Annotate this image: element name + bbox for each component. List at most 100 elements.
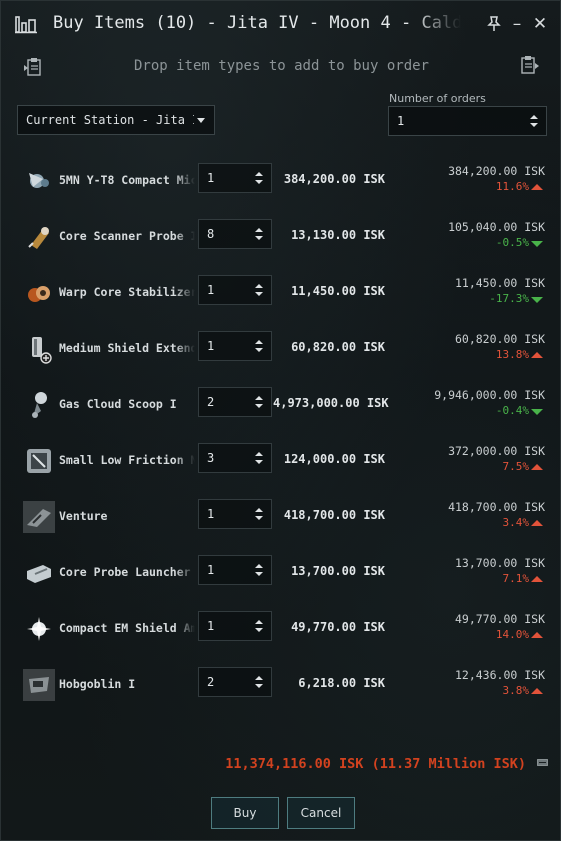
stepper-arrows-icon[interactable] — [255, 228, 263, 240]
line-total: 9,946,000.00 ISK — [434, 388, 545, 402]
orders-label: Number of orders — [389, 92, 486, 105]
item-name[interactable]: Small Low Friction Nozzle Joints I — [59, 453, 195, 467]
warp-core-stabilizer-icon[interactable] — [23, 277, 55, 309]
stepper-arrows-icon[interactable] — [255, 172, 263, 184]
line-total: 384,200.00 ISK — [448, 164, 545, 178]
quantity-value: 1 — [207, 339, 215, 353]
probe-launcher-icon[interactable] — [23, 557, 55, 589]
item-row[interactable]: Gas Cloud Scoop I 2 4,973,000.00 ISK 9,946,… — [1, 387, 560, 445]
quantity-value: 1 — [207, 563, 215, 577]
order-total: 11,374,116.00 ISK (11.37 Million ISK) — [225, 756, 526, 772]
item-name[interactable]: Compact EM Shield Amplifier — [59, 621, 195, 635]
item-name[interactable]: Medium Shield Extender I — [59, 341, 195, 355]
unit-price: 4,973,000.00 ISK — [273, 396, 389, 410]
line-total: 11,450.00 ISK — [454, 276, 545, 290]
microwarpdrive-icon[interactable] — [23, 165, 55, 197]
line-total: 49,770.00 ISK — [454, 612, 545, 626]
unit-price: 418,700.00 ISK — [283, 508, 385, 522]
unit-price: 124,000.00 ISK — [283, 452, 385, 466]
shield-amplifier-icon[interactable] — [23, 613, 55, 645]
drop-hint: Drop item types to add to buy order — [133, 58, 429, 74]
stepper-arrows-icon[interactable] — [255, 508, 263, 520]
hobgoblin-drone-icon[interactable] — [23, 669, 55, 701]
item-name[interactable]: 5MN Y-T8 Compact Microwarpdrive — [59, 173, 195, 187]
item-row[interactable]: Core Scanner Probe I 8 13,130.00 ISK 105,04… — [1, 219, 560, 277]
quantity-stepper[interactable]: 1 — [198, 163, 272, 193]
venture-ship-icon[interactable] — [23, 501, 55, 533]
item-row[interactable]: Medium Shield Extender I 1 60,820.00 ISK 60… — [1, 331, 560, 389]
rig-icon[interactable] — [23, 445, 55, 477]
chevron-down-icon — [197, 118, 205, 123]
line-total: 105,040.00 ISK — [448, 220, 545, 234]
minimize-button[interactable]: – — [507, 13, 527, 35]
pin-icon[interactable] — [484, 13, 504, 35]
station-dropdown[interactable]: Current Station - Jita IV - Moon 4 - Cal… — [17, 105, 215, 135]
unit-price: 384,200.00 ISK — [283, 172, 385, 186]
arrow-up-icon — [531, 688, 543, 694]
unit-price: 49,770.00 ISK — [291, 620, 385, 634]
quantity-value: 2 — [207, 675, 215, 689]
orders-stepper[interactable]: 1 — [388, 106, 547, 136]
item-name[interactable]: Venture — [59, 509, 195, 523]
quantity-stepper[interactable]: 1 — [198, 331, 272, 361]
item-name[interactable]: Gas Cloud Scoop I — [59, 397, 195, 411]
quantity-stepper[interactable]: 2 — [198, 387, 272, 417]
unit-price: 11,450.00 ISK — [291, 284, 385, 298]
gas-cloud-scoop-icon[interactable] — [23, 389, 55, 421]
quantity-stepper[interactable]: 3 — [198, 443, 272, 473]
close-button[interactable]: ✕ — [530, 13, 550, 35]
quantity-stepper[interactable]: 1 — [198, 555, 272, 585]
item-name[interactable]: Core Probe Launcher I — [59, 565, 195, 579]
price-change: 7.5% — [502, 460, 530, 473]
arrow-down-icon — [531, 241, 543, 247]
arrow-up-icon — [531, 632, 543, 638]
quantity-stepper[interactable]: 1 — [198, 499, 272, 529]
price-change: 13.8% — [495, 348, 529, 361]
quantity-stepper[interactable]: 1 — [198, 611, 272, 641]
item-row[interactable]: Warp Core Stabilizer I 1 11,450.00 ISK 11,4… — [1, 275, 560, 333]
line-total: 60,820.00 ISK — [454, 332, 545, 346]
quantity-stepper[interactable]: 1 — [198, 275, 272, 305]
scanner-probe-icon[interactable] — [23, 221, 55, 253]
info-bubble-icon[interactable] — [537, 759, 548, 767]
quantity-stepper[interactable]: 8 — [198, 219, 272, 249]
arrow-up-icon — [531, 464, 543, 470]
item-row[interactable]: Hobgoblin I 2 6,218.00 ISK 12,436.00 ISK 3.8… — [1, 667, 560, 725]
quantity-stepper[interactable]: 2 — [198, 667, 272, 697]
stepper-arrows-icon[interactable] — [255, 452, 263, 464]
item-row[interactable]: Compact EM Shield Amplifier 1 49,770.00 IS… — [1, 611, 560, 669]
price-change: -0.4% — [495, 404, 529, 417]
item-name[interactable]: Core Scanner Probe I — [59, 229, 195, 243]
export-clipboard-icon[interactable] — [519, 54, 541, 76]
orders-value: 1 — [397, 114, 405, 128]
quantity-value: 1 — [207, 619, 215, 633]
stepper-arrows-icon[interactable] — [255, 396, 263, 408]
stepper-arrows-icon[interactable] — [530, 115, 538, 127]
market-icon — [15, 16, 37, 34]
item-name[interactable]: Hobgoblin I — [59, 677, 195, 691]
title-bar[interactable]: Buy Items (10) - Jita IV - Moon 4 - Cald… — [1, 1, 560, 47]
arrow-up-icon — [531, 576, 543, 582]
shield-extender-icon[interactable] — [23, 333, 55, 365]
quantity-value: 1 — [207, 171, 215, 185]
stepper-arrows-icon[interactable] — [255, 564, 263, 576]
item-row[interactable]: Core Probe Launcher I 1 13,700.00 ISK 13,70… — [1, 555, 560, 613]
cancel-button[interactable]: Cancel — [287, 797, 355, 829]
item-name[interactable]: Warp Core Stabilizer I — [59, 285, 195, 299]
unit-price: 13,130.00 ISK — [291, 228, 385, 242]
item-row[interactable]: Venture 1 418,700.00 ISK 418,700.00 ISK 3.4% — [1, 499, 560, 557]
item-row[interactable]: Small Low Friction Nozzle Joints I 3 124,0… — [1, 443, 560, 501]
item-row[interactable]: 5MN Y-T8 Compact Microwarpdrive 1 384,200.… — [1, 163, 560, 221]
arrow-up-icon — [531, 352, 543, 358]
stepper-arrows-icon[interactable] — [255, 340, 263, 352]
price-change: 14.0% — [495, 628, 529, 641]
unit-price: 6,218.00 ISK — [298, 676, 385, 690]
stepper-arrows-icon[interactable] — [255, 284, 263, 296]
stepper-arrows-icon[interactable] — [255, 620, 263, 632]
buy-button[interactable]: Buy — [211, 797, 279, 829]
window-title: Buy Items (10) - Jita IV - Moon 4 - Cald… — [53, 13, 461, 33]
station-dropdown-value: Current Station - Jita IV - Moon 4 - Cal… — [26, 113, 194, 127]
stepper-arrows-icon[interactable] — [255, 676, 263, 688]
unit-price: 60,820.00 ISK — [291, 340, 385, 354]
price-change: 3.8% — [502, 684, 530, 697]
